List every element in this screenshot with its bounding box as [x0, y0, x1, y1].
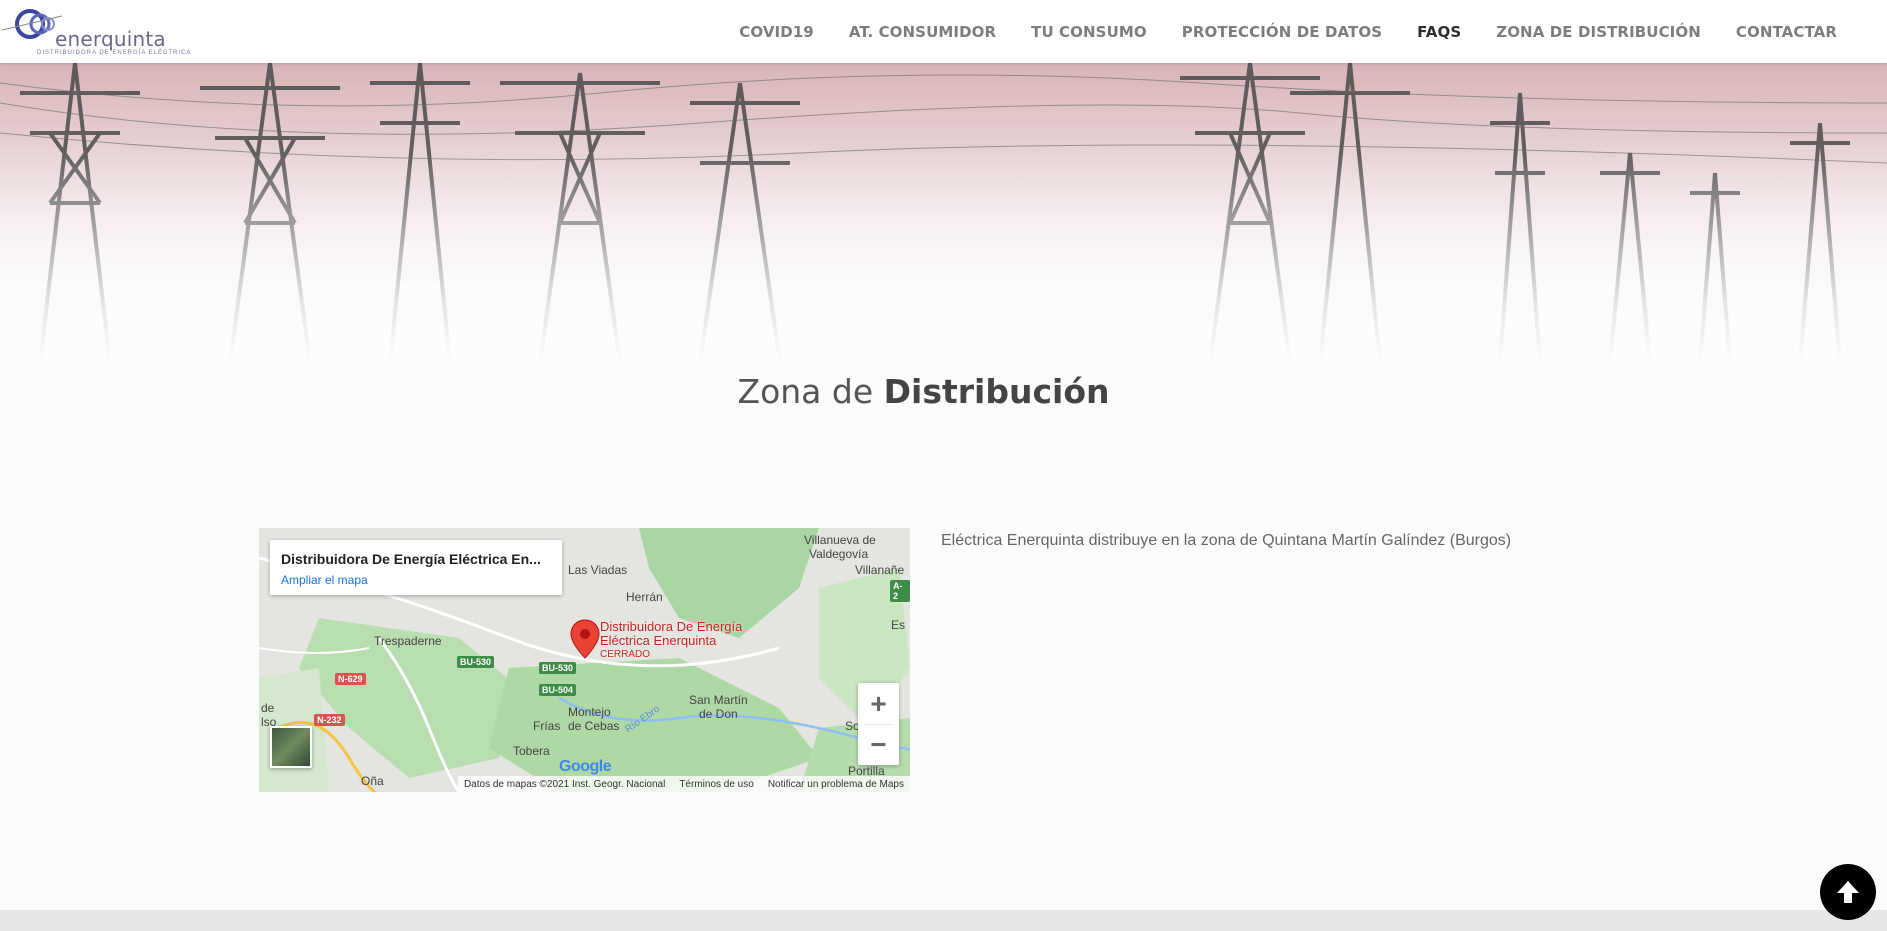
nav-item-protección-de-datos[interactable]: PROTECCIÓN DE DATOS — [1182, 23, 1382, 41]
zoom-out-button[interactable]: − — [858, 725, 899, 765]
main-nav: COVID19 AT. CONSUMIDOR TU CONSUMO PROTECCIÓ… — [739, 0, 1837, 63]
map-card-title: Distribuidora De Energía Eléctrica En... — [281, 551, 541, 567]
nav-item-at-consumidor[interactable]: AT. CONSUMIDOR — [849, 23, 996, 41]
zoom-in-button[interactable]: + — [858, 683, 899, 724]
distribution-description: Eléctrica Enerquinta distribuye en la zo… — [941, 532, 1512, 549]
nav-item-faqs[interactable]: FAQS — [1417, 23, 1461, 41]
map-place-label: Frías — [533, 719, 561, 733]
arrow-up-icon — [1837, 881, 1859, 903]
map-place-label: de — [261, 701, 275, 715]
logo-tagline: DISTRIBUIDORA DE ENERGÍA ELÉCTRICA — [37, 50, 192, 56]
map-data-credit: Datos de mapas ©2021 Inst. Geogr. Nacion… — [463, 778, 666, 790]
map-place-label: Las Viadas — [568, 563, 628, 577]
hero-banner — [0, 63, 1887, 363]
map-place-label: Valdegovía — [809, 547, 869, 561]
map-road-badge: BU-530 — [457, 656, 495, 668]
page-title: Zona de Distribución — [0, 372, 1847, 411]
pin-name-line-1: Distribuidora De Energía — [600, 619, 743, 634]
map-road-badge: N-232 — [314, 714, 345, 726]
nav-item-tu-consumo[interactable]: TU CONSUMO — [1031, 23, 1147, 41]
map-place-card: Distribuidora De Energía Eléctrica En...… — [270, 540, 562, 595]
map-road-badge: BU-504 — [539, 684, 577, 696]
google-logo-text: Google — [559, 758, 612, 775]
logo-swirl-icon — [1, 9, 63, 39]
map-footer: Datos de mapas ©2021 Inst. Geogr. Nacion… — [457, 776, 910, 792]
map-place-label: Trespaderne — [374, 634, 442, 648]
map-place-label: Montejo — [568, 705, 611, 719]
nav-item-contactar[interactable]: CONTACTAR — [1736, 23, 1837, 41]
pin-status: CERRADO — [600, 649, 651, 660]
google-logo: Google — [559, 758, 612, 776]
map-pin-label[interactable]: Distribuidora De Energía Eléctrica Enerq… — [600, 620, 742, 662]
google-map-embed[interactable]: Villanueva de Valdegovía Las Viadas Vill… — [259, 528, 910, 792]
map-place-label: Es — [891, 618, 906, 632]
map-road-badge: BU-530 — [539, 662, 577, 674]
map-place-label: Tobera — [513, 744, 550, 758]
map-place-label: de Don — [699, 707, 738, 721]
map-terms-link[interactable]: Términos de uso — [679, 779, 753, 790]
map-road-badge: A-2 — [890, 580, 910, 602]
footer-band — [0, 910, 1887, 931]
enlarge-map-link[interactable]: Ampliar el mapa — [281, 573, 368, 587]
map-place-label: Villanañe — [855, 563, 905, 577]
map-place-label: Villanueva de — [804, 533, 876, 547]
map-place-label: Herrán — [626, 590, 663, 604]
title-light: Zona de — [737, 372, 884, 411]
map-report-link[interactable]: Notificar un problema de Maps — [768, 779, 904, 790]
map-pin-icon[interactable] — [570, 619, 600, 659]
satellite-toggle-button[interactable] — [270, 726, 312, 768]
map-zoom-controls: + − — [858, 683, 899, 765]
site-header: enerquinta DISTRIBUIDORA DE ENERGÍA ELÉC… — [0, 0, 1887, 63]
nav-item-zona-de-distribución[interactable]: ZONA DE DISTRIBUCIÓN — [1496, 23, 1701, 41]
title-bold: Distribución — [883, 372, 1110, 411]
map-place-label: de Cebas — [568, 719, 620, 733]
map-place-label: San Martín — [689, 693, 748, 707]
map-place-label: Oña — [361, 774, 384, 788]
scroll-to-top-button[interactable] — [1820, 864, 1876, 920]
map-road-badge: N-629 — [335, 673, 366, 685]
pin-name-line-2: Eléctrica Enerquinta — [600, 633, 717, 648]
enerquinta-logo[interactable]: enerquinta DISTRIBUIDORA DE ENERGÍA ELÉC… — [1, 4, 190, 60]
nav-item-covid19[interactable]: COVID19 — [739, 23, 814, 41]
hero-fade-overlay — [0, 63, 1887, 363]
logo-wordmark: enerquinta — [55, 27, 166, 51]
